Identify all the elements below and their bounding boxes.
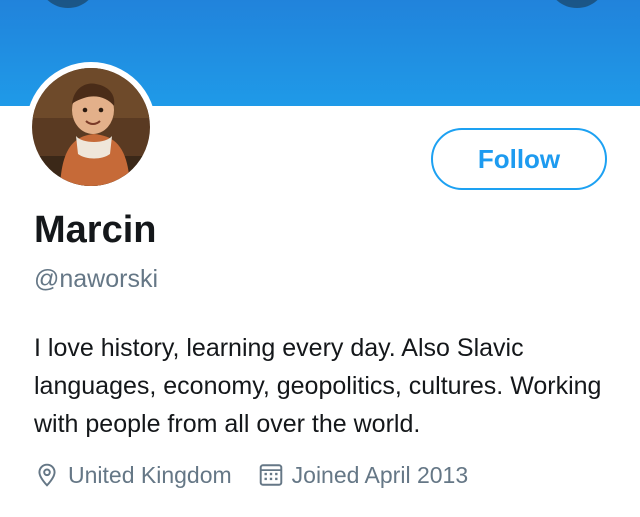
- profile-photo: [32, 68, 150, 186]
- location-text: United Kingdom: [68, 462, 232, 488]
- profile-handle: @naworski: [34, 265, 159, 293]
- follow-button[interactable]: Follow: [431, 128, 607, 190]
- back-button[interactable]: [40, 0, 96, 8]
- profile-meta: United Kingdom Joined April 2013: [34, 458, 468, 492]
- location-item: United Kingdom: [34, 458, 232, 492]
- more-options-button[interactable]: [549, 0, 605, 8]
- profile-bio: I love history, learning every day. Also…: [34, 334, 602, 438]
- avatar[interactable]: [26, 62, 156, 192]
- joined-item: Joined April 2013: [258, 458, 468, 492]
- location-pin-icon: [38, 463, 56, 487]
- profile-name: Marcin: [34, 209, 157, 251]
- calendar-icon: [259, 464, 282, 486]
- joined-text: Joined April 2013: [291, 462, 469, 488]
